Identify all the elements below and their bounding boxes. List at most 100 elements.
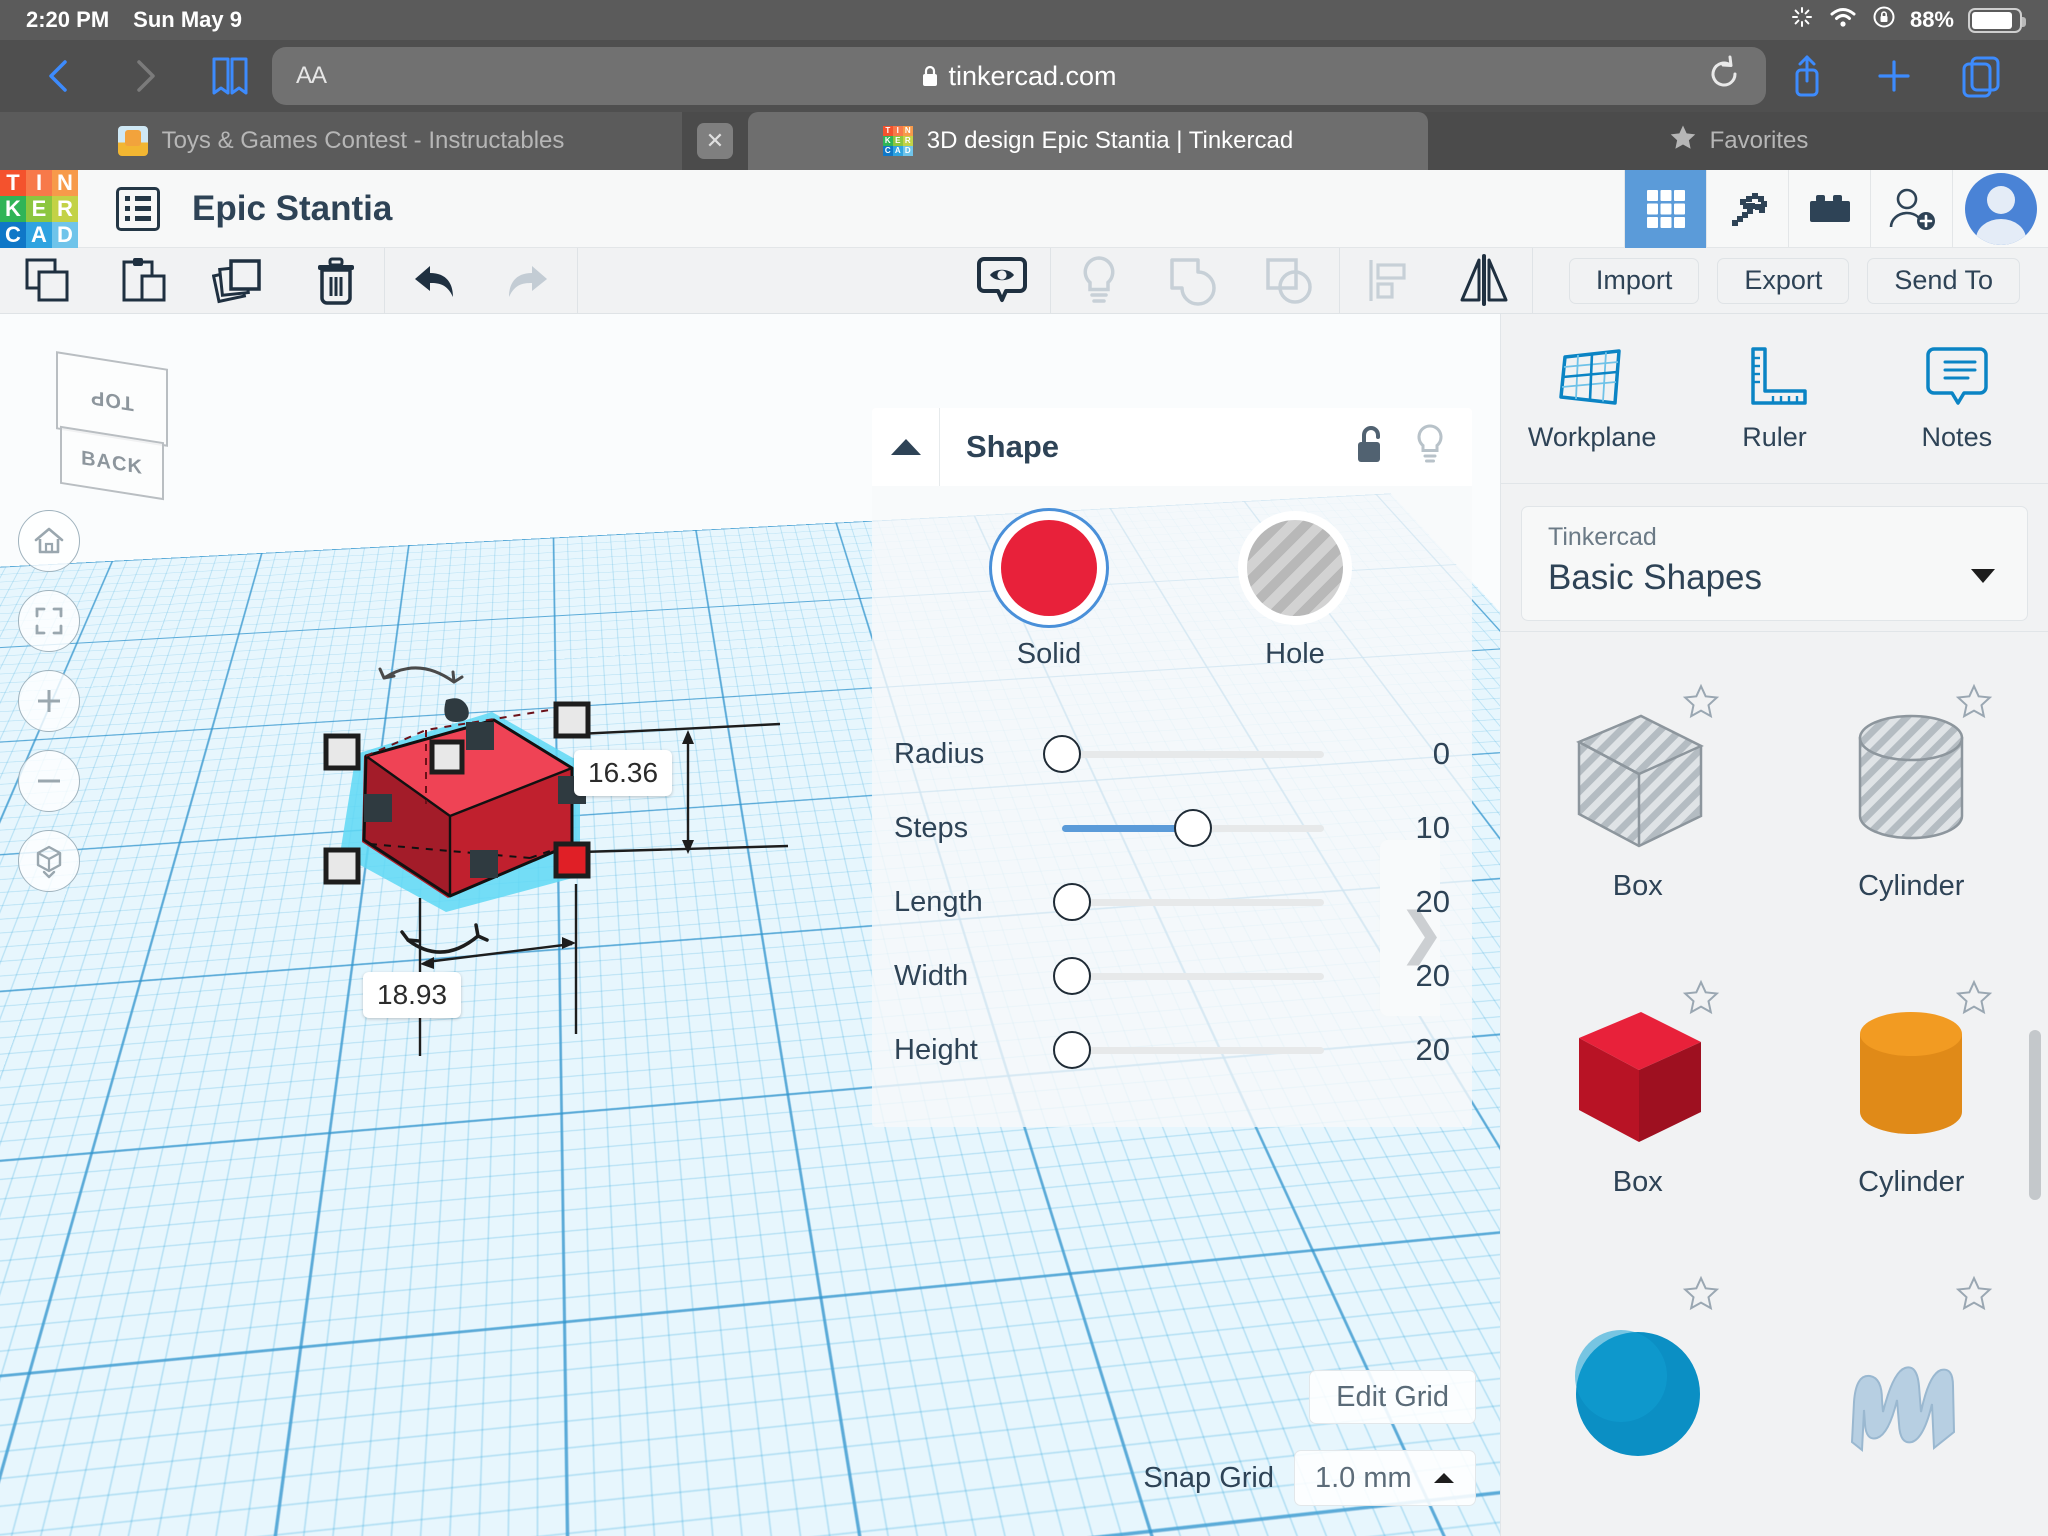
height-value[interactable]: 20 — [1376, 1032, 1450, 1068]
ios-status-bar: 2:20 PM Sun May 9 88% — [0, 0, 2048, 40]
show-hide-button[interactable] — [954, 253, 1050, 309]
unlock-icon[interactable] — [1352, 424, 1386, 471]
depth-dimension-label[interactable]: 16.36 — [574, 750, 672, 796]
favorites-label: Favorites — [1710, 127, 1809, 155]
selected-shape-group[interactable] — [280, 644, 920, 1204]
status-time: 2:20 PM — [26, 7, 109, 33]
sidebar-scrollbar[interactable] — [2029, 1030, 2041, 1200]
length-value[interactable]: 20 — [1376, 884, 1450, 920]
width-slider-track[interactable] — [1062, 973, 1324, 980]
page-title[interactable]: Epic Stantia — [192, 189, 392, 229]
perspective-toggle-button[interactable] — [18, 830, 80, 892]
slider-length[interactable]: Length 20 — [872, 865, 1472, 939]
height-slider-knob[interactable] — [1053, 1031, 1091, 1069]
hole-swatch[interactable] — [1247, 520, 1343, 616]
fit-to-view-button[interactable] — [18, 590, 80, 652]
address-bar[interactable]: AA tinkercad.com — [272, 47, 1766, 105]
favorites-tab[interactable]: Favorites — [1428, 112, 2048, 170]
browser-toolbar: AA tinkercad.com — [0, 40, 2048, 112]
avatar[interactable] — [1952, 170, 2048, 248]
share-icon[interactable] — [1784, 52, 1830, 100]
copy-button[interactable] — [0, 255, 96, 307]
delete-button[interactable] — [288, 254, 384, 308]
duplicate-button[interactable] — [192, 255, 288, 307]
hole-option[interactable]: Hole — [1200, 520, 1390, 671]
paste-button[interactable] — [96, 255, 192, 307]
favorite-star-icon[interactable] — [1681, 978, 1721, 1023]
radius-slider-track[interactable] — [1062, 751, 1324, 758]
hole-label: Hole — [1200, 638, 1390, 671]
height-slider-track[interactable] — [1062, 1047, 1324, 1054]
sidebar-item-workplane[interactable]: Workplane — [1501, 340, 1683, 453]
shape-item-scribble[interactable] — [1775, 1242, 2048, 1536]
send-to-button[interactable]: Send To — [1867, 258, 2020, 304]
chevron-down-icon[interactable] — [1969, 567, 1997, 590]
solid-swatch[interactable] — [1001, 520, 1097, 616]
invite-person-icon[interactable] — [1870, 170, 1952, 248]
star-icon — [1668, 123, 1698, 160]
favorite-star-icon[interactable] — [1681, 682, 1721, 727]
tinkercad-logo[interactable]: T I N K E R C A D — [0, 170, 78, 248]
length-slider-knob[interactable] — [1053, 883, 1091, 921]
back-icon[interactable] — [38, 54, 82, 98]
width-slider-knob[interactable] — [1053, 957, 1091, 995]
view-cube[interactable]: TOP BACK — [42, 356, 192, 496]
logo-letter: I — [26, 170, 52, 196]
browser-tab-strip: Toys & Games Contest - Instructables ✕ T… — [0, 112, 2048, 170]
shape-item-cylinder-hole[interactable]: Cylinder — [1775, 650, 2048, 946]
slider-width[interactable]: Width 20 — [872, 939, 1472, 1013]
home-view-button[interactable] — [18, 510, 80, 572]
radius-slider-knob[interactable] — [1043, 735, 1081, 773]
favorite-star-icon[interactable] — [1954, 682, 1994, 727]
edit-grid-button[interactable]: Edit Grid — [1309, 1370, 1476, 1424]
slider-radius[interactable]: Radius 0 — [872, 717, 1472, 791]
snap-grid-select[interactable]: 1.0 mm — [1294, 1450, 1476, 1506]
snap-grid-row: Snap Grid 1.0 mm — [1143, 1450, 1476, 1506]
favorite-star-icon[interactable] — [1954, 1274, 1994, 1319]
zoom-out-button[interactable] — [18, 750, 80, 812]
steps-slider-track[interactable] — [1062, 825, 1324, 832]
width-value[interactable]: 20 — [1376, 958, 1450, 994]
reload-icon[interactable] — [1706, 54, 1742, 99]
notes-icon — [1866, 340, 2048, 416]
shape-category-select[interactable]: Tinkercad Basic Shapes — [1521, 506, 2028, 621]
light-bulb-icon[interactable] — [1414, 423, 1446, 472]
slider-height[interactable]: Height 20 — [872, 1013, 1472, 1087]
import-button[interactable]: Import — [1569, 258, 1700, 304]
minecraft-pickaxe-icon[interactable] — [1706, 170, 1788, 248]
browser-tab-2[interactable]: TIN KER CAD 3D design Epic Stantia | Tin… — [748, 112, 1428, 170]
shape-item-sphere[interactable] — [1501, 1242, 1775, 1536]
shape-item-cylinder-orange[interactable]: Cylinder — [1775, 946, 2048, 1242]
new-tab-icon[interactable] — [1872, 54, 1916, 98]
width-dimension-label[interactable]: 18.93 — [363, 972, 461, 1018]
sidebar-item-notes[interactable]: Notes — [1866, 340, 2048, 453]
length-slider-track[interactable] — [1062, 899, 1324, 906]
bookmarks-icon[interactable] — [206, 53, 254, 99]
steps-slider-knob[interactable] — [1174, 809, 1212, 847]
solid-option[interactable]: Solid — [954, 520, 1144, 671]
favorite-star-icon[interactable] — [1681, 1274, 1721, 1319]
favorite-star-icon[interactable] — [1954, 978, 1994, 1023]
caret-up-icon[interactable] — [872, 408, 940, 486]
shape-item-box-hole[interactable]: Box — [1501, 650, 1775, 946]
browser-tab-1[interactable]: Toys & Games Contest - Instructables — [0, 112, 682, 170]
export-button[interactable]: Export — [1717, 258, 1849, 304]
zoom-in-button[interactable] — [18, 670, 80, 732]
shape-inspector-panel: Shape Solid Hole Radius 0 Steps 10 Lengt… — [872, 408, 1472, 1127]
spinner-icon — [1790, 5, 1814, 35]
close-tab-button[interactable]: ✕ — [697, 123, 733, 159]
mirror-button[interactable] — [1436, 254, 1532, 308]
slider-steps[interactable]: Steps 10 — [872, 791, 1472, 865]
shape-item-box-red[interactable]: Box — [1501, 946, 1775, 1242]
tabs-icon[interactable] — [1958, 52, 2006, 100]
list-panel-toggle-icon[interactable] — [116, 187, 160, 231]
steps-value[interactable]: 10 — [1376, 810, 1450, 846]
lego-brick-icon[interactable] — [1788, 170, 1870, 248]
forward-icon[interactable] — [122, 54, 166, 98]
inspector-header: Shape — [872, 408, 1472, 486]
grid-view-icon[interactable] — [1624, 170, 1706, 248]
sidebar-item-ruler[interactable]: Ruler — [1683, 340, 1865, 453]
undo-button[interactable] — [385, 257, 481, 305]
radius-value[interactable]: 0 — [1376, 736, 1450, 772]
align-button — [1340, 255, 1436, 307]
